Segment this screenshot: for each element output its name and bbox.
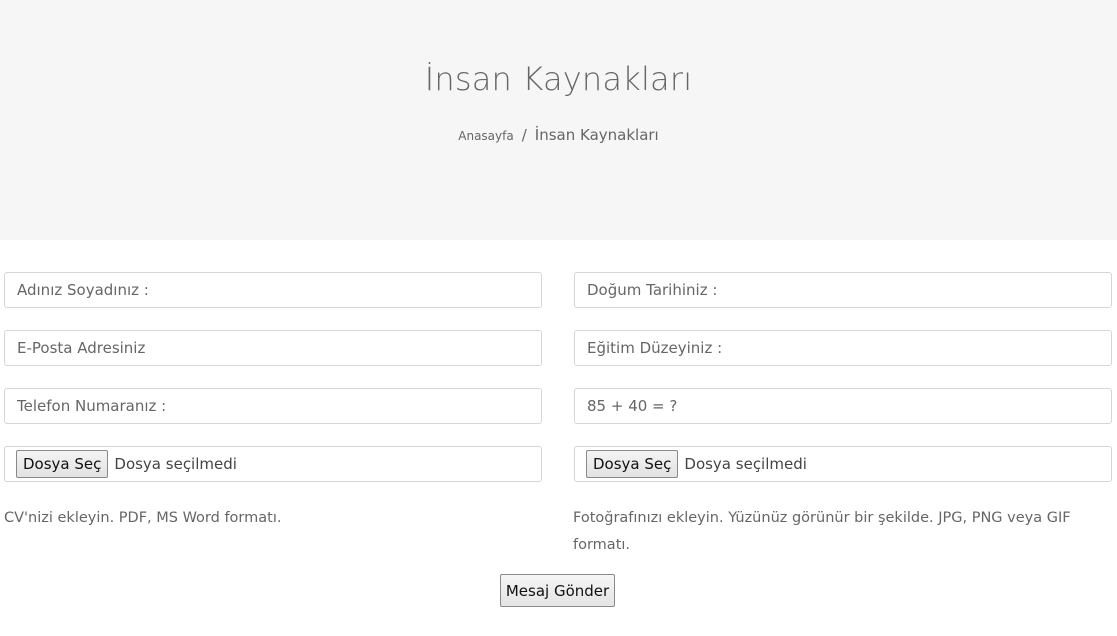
breadcrumb-home-link[interactable]: Anasayfa (458, 129, 513, 143)
photo-help-text: Fotoğrafınızı ekleyin. Yüzünüz görünür b… (573, 510, 1071, 553)
cv-choose-file-button[interactable]: Dosya Seç (16, 450, 109, 478)
photo-file-status: Dosya seçilmedi (684, 455, 807, 473)
birthdate-input[interactable] (574, 272, 1112, 308)
cv-file-field: Dosya Seç Dosya seçilmedi (4, 446, 542, 482)
breadcrumb-current: İnsan Kaynakları (534, 126, 659, 144)
phone-input[interactable] (4, 388, 542, 424)
photo-choose-file-button[interactable]: Dosya Seç (586, 450, 679, 478)
send-message-button[interactable]: Mesaj Gönder (500, 574, 615, 607)
name-input[interactable] (4, 272, 542, 308)
cv-help-text: CV'nizi ekleyin. PDF, MS Word formatı. (4, 510, 282, 526)
photo-file-field: Dosya Seç Dosya seçilmedi (574, 446, 1112, 482)
page-title: İnsan Kaynakları (424, 60, 693, 98)
education-input[interactable] (574, 330, 1112, 366)
breadcrumb-separator: / (521, 126, 527, 144)
cv-file-status: Dosya seçilmedi (114, 455, 237, 473)
email-input[interactable] (4, 330, 542, 366)
captcha-input[interactable] (574, 388, 1112, 424)
breadcrumb: Anasayfa / İnsan Kaynakları (0, 126, 1117, 144)
page-header: İnsan Kaynakları Anasayfa / İnsan Kaynakla… (0, 0, 1117, 240)
